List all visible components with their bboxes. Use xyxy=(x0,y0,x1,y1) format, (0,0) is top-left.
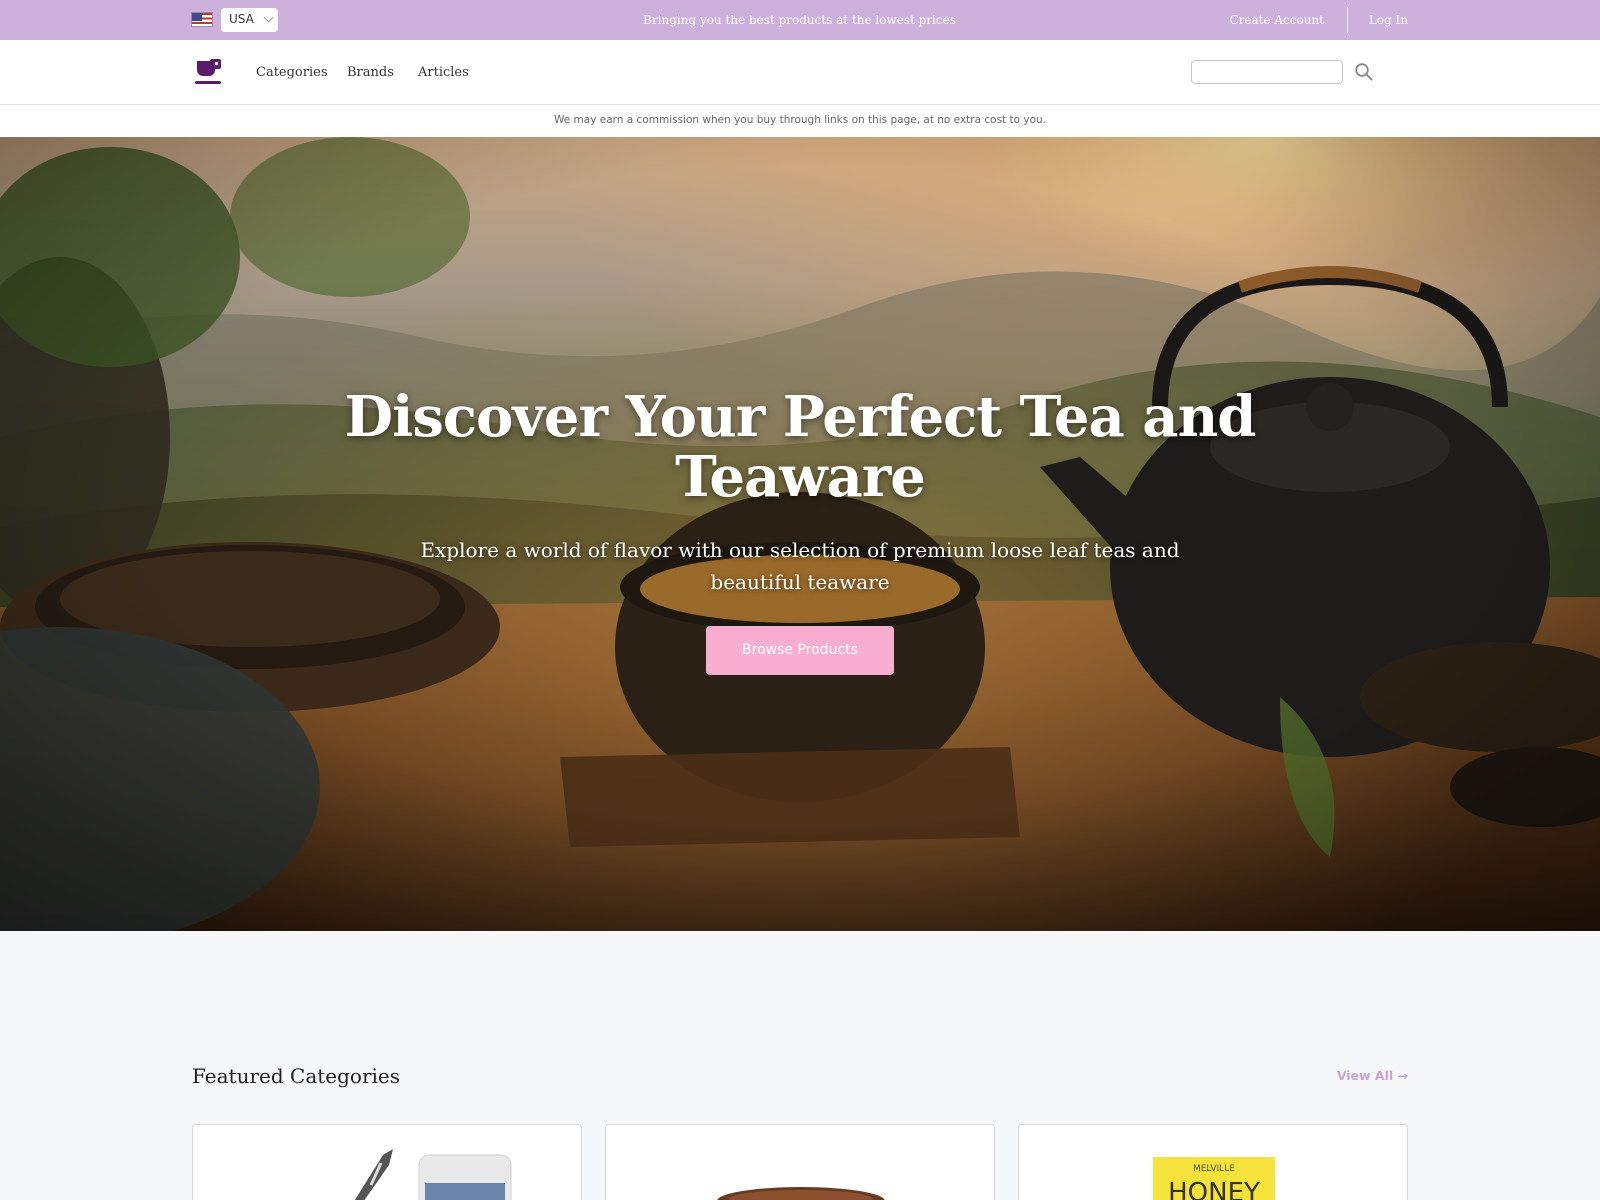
featured-categories-heading: Featured Categories xyxy=(192,1064,401,1088)
main-nav: Categories Brands Articles xyxy=(0,40,1600,105)
browse-products-button[interactable]: Browse Products xyxy=(706,626,894,675)
top-promo-bar: USA Bringing you the best products at th… xyxy=(0,0,1600,40)
hero-subtitle: Explore a world of flavor with our selec… xyxy=(420,538,1180,594)
promo-text: Bringing you the best products at the lo… xyxy=(643,13,956,27)
create-account-link[interactable]: Create Account xyxy=(1229,13,1324,27)
svg-text:HONEY: HONEY xyxy=(1168,1178,1260,1200)
tea-tools-thumbnail xyxy=(354,1149,512,1200)
honey-straws-thumbnail: MELVILLE HONEY xyxy=(1153,1157,1275,1200)
view-all-link[interactable]: View All → xyxy=(1337,1068,1408,1083)
nav-articles-link[interactable]: Articles xyxy=(418,65,469,80)
svg-text:MELVILLE: MELVILLE xyxy=(1193,1164,1235,1174)
tea-cup-logo-icon[interactable] xyxy=(195,59,223,86)
search-icon[interactable] xyxy=(1354,62,1374,82)
log-in-link[interactable]: Log In xyxy=(1369,13,1408,27)
account-divider xyxy=(1347,7,1348,33)
category-card[interactable] xyxy=(605,1124,995,1200)
nav-categories-link[interactable]: Categories xyxy=(256,65,328,80)
teapot-thumbnail xyxy=(717,1187,885,1200)
category-card[interactable]: MELVILLE HONEY xyxy=(1018,1124,1408,1200)
hero-title: Discover Your Perfect Tea and Teaware xyxy=(344,384,1257,510)
category-card[interactable] xyxy=(192,1124,582,1200)
nav-brands-link[interactable]: Brands xyxy=(347,65,394,80)
search-input[interactable] xyxy=(1191,60,1343,84)
hero-banner: Discover Your Perfect Tea and Teaware Ex… xyxy=(0,137,1600,931)
affiliate-disclaimer: We may earn a commission when you buy th… xyxy=(0,105,1600,137)
